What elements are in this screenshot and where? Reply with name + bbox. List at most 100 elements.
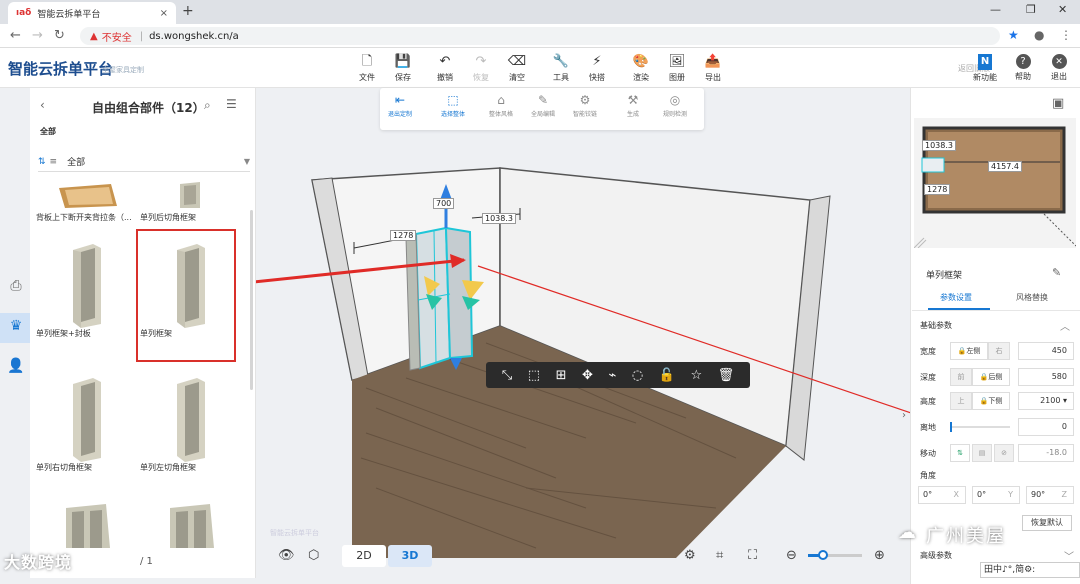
generate-button[interactable]: ⚒ 生成 bbox=[610, 93, 656, 118]
resize-icon[interactable]: ⤡ bbox=[502, 368, 512, 383]
new-tab-button[interactable]: + bbox=[182, 3, 194, 19]
list-item[interactable]: 单列框架+封板 bbox=[36, 238, 136, 339]
angle-y-input[interactable]: 0° Y bbox=[972, 486, 1020, 504]
reload-icon[interactable]: ↻ bbox=[54, 28, 65, 43]
ground-slider-handle[interactable] bbox=[950, 422, 952, 432]
forward-arrow-icon[interactable]: → bbox=[32, 28, 43, 43]
list-item[interactable] bbox=[140, 496, 240, 548]
scene-canvas[interactable] bbox=[256, 88, 910, 584]
toolbar-redo-button[interactable]: ↷ 恢复 bbox=[466, 54, 496, 83]
url-field[interactable]: ▲ 不安全 | ds.wongshek.cn/a bbox=[80, 27, 1000, 45]
lock-right-toggle[interactable]: 右 bbox=[988, 342, 1010, 360]
measure-icon[interactable]: ⌁ bbox=[608, 368, 616, 383]
exit-custom-button[interactable]: ⇤ 退出定制 bbox=[377, 93, 423, 118]
zoom-in-icon[interactable]: ⊕ bbox=[874, 548, 885, 563]
toolbar-export-button[interactable]: 📤 导出 bbox=[698, 54, 728, 83]
profile-icon[interactable]: ● bbox=[1034, 28, 1044, 42]
lock-front-toggle[interactable]: 前 bbox=[950, 368, 972, 386]
angle-z-input[interactable]: 90° Z bbox=[1026, 486, 1074, 504]
move-mode-1-icon[interactable]: ⇅ bbox=[950, 444, 970, 462]
angle-x-input[interactable]: 0° X bbox=[918, 486, 966, 504]
ground-slider[interactable] bbox=[950, 426, 1010, 428]
sort-icon[interactable]: ⇅ bbox=[38, 157, 46, 167]
toolbar-tools-button[interactable]: 🔧 工具 bbox=[546, 54, 576, 83]
toolbar-file-button[interactable]: 🗋 文件 bbox=[352, 54, 382, 83]
eye-icon[interactable]: 👁 bbox=[278, 548, 295, 563]
toolbar-album-button[interactable]: 🖼 图册 bbox=[662, 54, 692, 83]
panel-list-icon[interactable]: ☰ bbox=[226, 97, 237, 111]
lock-back-toggle[interactable]: 🔒后侧 bbox=[972, 368, 1010, 386]
list-item[interactable] bbox=[36, 496, 136, 548]
depth-input[interactable]: 580 bbox=[1018, 368, 1074, 386]
delete-icon[interactable]: 🗑 bbox=[718, 368, 735, 383]
toolbar-save-button[interactable]: 💾 保存 bbox=[388, 54, 418, 83]
toolbar-clear-button[interactable]: ⌫ 清空 bbox=[502, 54, 532, 83]
list-item[interactable]: 单列后切角框架 bbox=[140, 178, 240, 223]
width-input[interactable]: 450 bbox=[1018, 342, 1074, 360]
list-item[interactable]: 单列左切角框架 bbox=[140, 372, 240, 473]
toolbar-render-button[interactable]: 🎨 渲染 bbox=[626, 54, 656, 83]
rail-printer-icon[interactable]: ⎙ bbox=[6, 278, 26, 298]
minimap[interactable] bbox=[914, 118, 1076, 248]
fit-screen-icon[interactable]: ⛶ bbox=[748, 548, 757, 563]
help-button[interactable]: ? 帮助 bbox=[1008, 54, 1038, 82]
toolbar-undo-button[interactable]: ↶ 撤销 bbox=[430, 54, 460, 83]
browser-tab[interactable]: ıaδ 智能云拆单平台 × bbox=[8, 2, 176, 24]
collapse-panel-icon[interactable]: › bbox=[902, 410, 906, 421]
edit-icon[interactable]: ✎ bbox=[1052, 266, 1061, 279]
height-select[interactable]: 2100 ▾ bbox=[1018, 392, 1074, 410]
lock-left-toggle[interactable]: 🔒左侧 bbox=[950, 342, 988, 360]
favorite-star-icon[interactable]: ☆ bbox=[690, 368, 702, 383]
filter-select[interactable]: ⇅ ≡ 全部 ▼ bbox=[38, 152, 250, 172]
rail-user-icon[interactable]: 👤 bbox=[6, 358, 26, 378]
move-mode-2-icon[interactable]: ▤ bbox=[972, 444, 992, 462]
panel-back-icon[interactable]: ‹ bbox=[40, 98, 45, 112]
ground-input[interactable]: 0 bbox=[1018, 418, 1074, 436]
reset-default-button[interactable]: 恢复默认 bbox=[1022, 515, 1072, 531]
lock-top-toggle[interactable]: 上 bbox=[950, 392, 972, 410]
mode-3d-button[interactable]: 3D bbox=[388, 545, 432, 567]
category-all[interactable]: 全部 bbox=[40, 126, 56, 137]
mode-2d-button[interactable]: 2D bbox=[342, 545, 386, 567]
unlock-icon[interactable]: 🔓 bbox=[659, 368, 675, 383]
back-arrow-icon[interactable]: ← bbox=[10, 28, 21, 43]
toolbar-quick-button[interactable]: ⚡ 快搭 bbox=[582, 54, 612, 83]
global-edit-button[interactable]: ✎ 全局编辑 bbox=[520, 93, 566, 118]
rail-component-icon[interactable]: ♛ bbox=[6, 318, 26, 338]
close-window-button[interactable]: ✕ bbox=[1058, 3, 1067, 16]
tab-style[interactable]: 风格替换 bbox=[1016, 292, 1048, 303]
whole-style-button[interactable]: ⌂ 整体风格 bbox=[478, 93, 524, 118]
toggle-icon[interactable]: ⚙ bbox=[684, 548, 696, 563]
bookmark-star-icon[interactable]: ★ bbox=[1008, 28, 1019, 42]
menu-dots-icon[interactable]: ⋮ bbox=[1060, 28, 1072, 42]
move-mode-3-icon[interactable]: ⊘ bbox=[994, 444, 1014, 462]
hide-icon[interactable]: ◌ bbox=[632, 368, 643, 383]
zoom-out-icon[interactable]: ⊖ bbox=[786, 548, 797, 563]
panel-search-icon[interactable]: ⌕ bbox=[204, 98, 211, 113]
smart-hinge-button[interactable]: ⚙ 智能铰链 bbox=[562, 93, 608, 118]
select-box-icon[interactable]: ⬚ bbox=[528, 368, 540, 383]
select-whole-button[interactable]: ⬚ 选择整体 bbox=[430, 93, 476, 118]
zoom-slider-handle[interactable] bbox=[818, 550, 828, 560]
list-item[interactable]: 单列右切角框架 bbox=[36, 372, 136, 473]
chevron-up-icon[interactable]: ︿ bbox=[1060, 318, 1070, 333]
add-icon[interactable]: ⊞ bbox=[556, 368, 567, 383]
section-advanced-params[interactable]: 高级参数 bbox=[920, 550, 952, 561]
minimap-toggle-icon[interactable]: ▣ bbox=[1052, 96, 1064, 111]
rule-check-button[interactable]: ◎ 规则检测 bbox=[652, 93, 698, 118]
tab-params[interactable]: 参数设置 bbox=[940, 292, 972, 303]
exit-button[interactable]: ✕ 退出 bbox=[1044, 54, 1074, 82]
maximize-button[interactable]: ❐ bbox=[1026, 3, 1036, 16]
move-input[interactable]: -18.0 bbox=[1018, 444, 1074, 462]
minimize-button[interactable]: — bbox=[990, 3, 1001, 16]
chevron-down-icon[interactable]: ﹀ bbox=[1064, 548, 1074, 563]
cube-icon[interactable]: ⬡ bbox=[308, 548, 319, 563]
lock-bottom-toggle[interactable]: 🔒下侧 bbox=[972, 392, 1010, 410]
move-icon[interactable]: ✥ bbox=[582, 368, 593, 383]
list-item[interactable]: 背板上下断开夹背拉条（... bbox=[36, 178, 136, 223]
tab-close-icon[interactable]: × bbox=[160, 8, 168, 19]
new-feature-button[interactable]: N 新功能 bbox=[970, 54, 1000, 83]
camera-icon[interactable]: ⌗ bbox=[716, 548, 723, 563]
ime-toolbar[interactable]: 田中♪°,简⚙: bbox=[980, 562, 1080, 578]
panel-scrollbar[interactable] bbox=[250, 210, 253, 390]
